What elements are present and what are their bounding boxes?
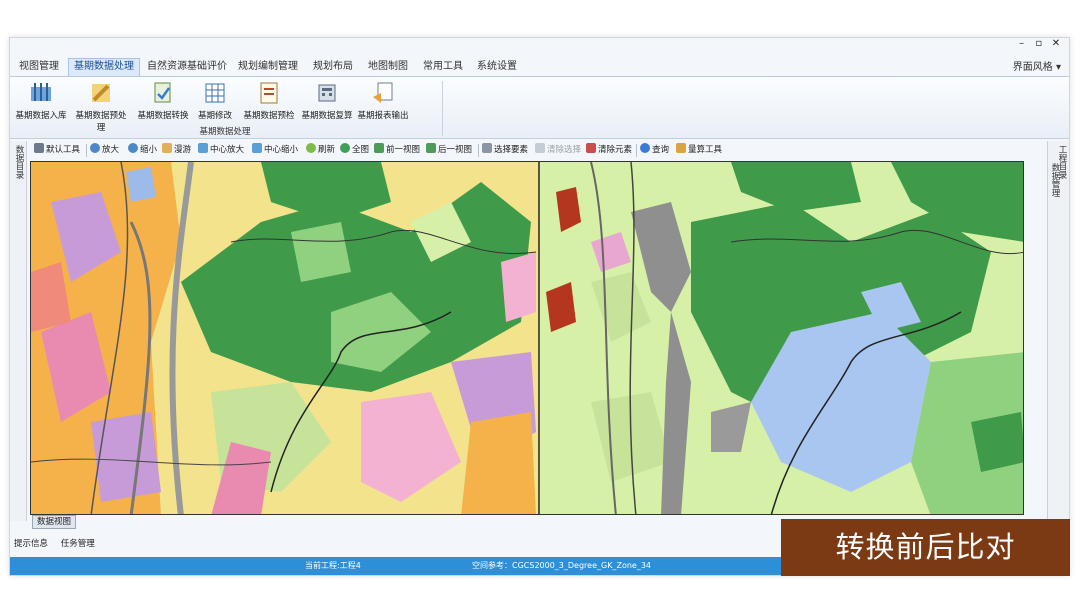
center-zoom-in-icon (198, 143, 208, 153)
map-before-conversion (31, 162, 539, 514)
center-zoom-out-button[interactable]: 中心缩小 (252, 143, 298, 158)
chevron-down-icon: ▾ (1055, 62, 1061, 73)
map-view[interactable] (30, 161, 1024, 515)
toolbar-divider (86, 144, 87, 157)
center-zoom-in-button[interactable]: 中心放大 (198, 143, 244, 158)
precheck-base-data-button[interactable]: 基期数据预检 (240, 79, 298, 123)
default-tool-button[interactable]: 默认工具 (34, 143, 80, 158)
ribbon-button-label: 基期数据预检 (243, 111, 295, 121)
previous-view-button[interactable]: 前一视图 (374, 143, 420, 158)
calculate-icon (315, 81, 339, 105)
pan-button[interactable]: 漫游 (162, 143, 191, 158)
clear-selection-icon (535, 143, 545, 153)
zoom-out-button[interactable]: 缩小 (128, 143, 157, 158)
restore-icon[interactable]: ▫ (1032, 38, 1046, 49)
convert-base-data-button[interactable]: 基期数据转换 (134, 79, 192, 123)
convert-icon (151, 81, 175, 105)
tab-planning-layout[interactable]: 规划布局 (308, 58, 358, 76)
import-data-icon (29, 81, 53, 105)
map-after-conversion (540, 162, 1023, 514)
data-management-label: 数据管理 (1050, 163, 1060, 197)
current-project-status: 当前工程:工程4 (305, 561, 361, 570)
pointer-icon (34, 143, 44, 153)
query-button[interactable]: 查询 (640, 143, 669, 158)
style-label: 界面风格 (1012, 62, 1053, 73)
refresh-button[interactable]: 刷新 (306, 143, 335, 158)
ribbon-group-divider (442, 81, 443, 136)
tab-common-tools[interactable]: 常用工具 (418, 58, 468, 76)
tab-task-management[interactable]: 任务管理 (61, 539, 95, 549)
app-window: – ▫ ✕ 视图管理 基期数据处理 自然资源基础评价 规划编制管理 规划布局 地… (9, 37, 1070, 576)
clear-element-icon (586, 143, 596, 153)
tab-cartography[interactable]: 地图制图 (363, 58, 413, 76)
globe-icon (340, 143, 350, 153)
zoom-out-icon (128, 143, 138, 153)
pencil-icon (89, 81, 113, 105)
data-catalog-label: 数据目录 (14, 145, 24, 179)
ribbon-button-label: 基期报表输出 (357, 111, 409, 121)
previous-view-icon (374, 143, 384, 153)
tab-view-management[interactable]: 视图管理 (14, 58, 64, 76)
next-view-button[interactable]: 后一视图 (426, 143, 472, 158)
import-base-data-button[interactable]: 基期数据入库 (12, 79, 70, 123)
ribbon-button-label: 基期数据入库 (15, 111, 67, 121)
map-toolbar: 默认工具 放大 缩小 漫游 中心放大 中心缩小 刷新 全图 前一视图 后一视图 … (30, 141, 1030, 160)
query-icon (640, 143, 650, 153)
data-catalog-dock[interactable]: 数据目录 (10, 141, 27, 521)
tab-hint-info[interactable]: 提示信息 (14, 539, 48, 549)
preprocess-base-data-button[interactable]: 基期数据预处理 (72, 79, 130, 133)
clear-element-button[interactable]: 清除元素 (586, 143, 632, 158)
data-view-tab[interactable]: 数据视图 (32, 515, 77, 529)
checklist-icon (257, 81, 281, 105)
select-feature-icon (482, 143, 492, 153)
measure-icon (676, 143, 686, 153)
ribbon-button-label: 基期数据复算 (301, 111, 353, 121)
modify-base-data-button[interactable]: 基期修改 (186, 79, 244, 123)
tab-planning-management[interactable]: 规划编制管理 (233, 58, 303, 76)
minimize-icon[interactable]: – (1015, 38, 1029, 49)
tab-base-data-processing[interactable]: 基期数据处理 (68, 58, 140, 76)
grid-table-icon (203, 81, 227, 105)
center-zoom-out-icon (252, 143, 262, 153)
tab-system-settings[interactable]: 系统设置 (472, 58, 522, 76)
recalculate-base-data-button[interactable]: 基期数据复算 (298, 79, 356, 123)
style-dropdown[interactable]: 界面风格 ▾ (1013, 58, 1061, 73)
report-output-icon (371, 81, 395, 105)
export-base-report-button[interactable]: 基期报表输出 (354, 79, 412, 123)
ribbon-button-label: 基期数据转换 (137, 111, 189, 121)
ribbon: 基期数据入库 基期数据预处理 基期数据转换 基期修改 基期数据预检 基期数据复算… (10, 76, 1069, 139)
zoom-in-icon (90, 143, 100, 153)
toolbar-divider (636, 144, 637, 157)
refresh-icon (306, 143, 316, 153)
window-controls: – ▫ ✕ (1015, 38, 1063, 54)
next-view-icon (426, 143, 436, 153)
spatial-reference-status: 空间参考：CGCS2000_3_Degree_GK_Zone_34 (472, 561, 652, 570)
measure-tool-button[interactable]: 量算工具 (676, 143, 722, 158)
pan-hand-icon (162, 143, 172, 153)
close-icon[interactable]: ✕ (1049, 38, 1063, 49)
comparison-caption: 转换前后比对 (781, 519, 1070, 576)
toolbar-divider (478, 144, 479, 157)
select-feature-button[interactable]: 选择要素 (482, 143, 528, 158)
clear-selection-button[interactable]: 清除选择 (535, 143, 581, 158)
ribbon-button-label: 基期修改 (197, 111, 232, 121)
bottom-panel-tabs: 提示信息 任务管理 (14, 537, 105, 549)
full-extent-button[interactable]: 全图 (340, 143, 369, 158)
menu-bar: 视图管理 基期数据处理 自然资源基础评价 规划编制管理 规划布局 地图制图 常用… (10, 56, 1069, 76)
ribbon-group-label: 基期数据处理 (199, 127, 251, 137)
zoom-in-button[interactable]: 放大 (90, 143, 119, 158)
tab-natural-resource-evaluation[interactable]: 自然资源基础评价 (142, 58, 232, 76)
project-catalog-dock[interactable]: 工程目录 数据管理 (1047, 141, 1069, 521)
map-canvas[interactable] (31, 162, 1024, 515)
